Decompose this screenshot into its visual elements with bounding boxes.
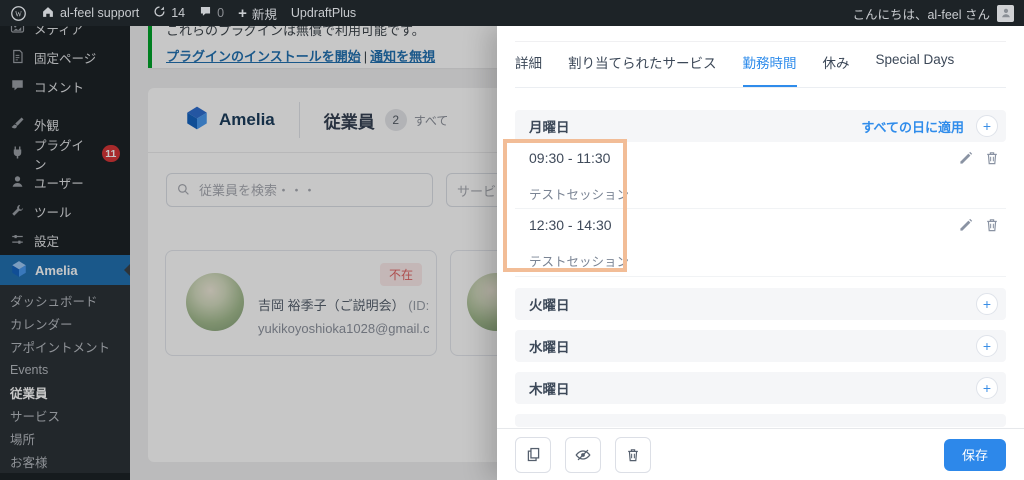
period-time: 09:30 - 11:30 — [529, 150, 611, 166]
day-row-wednesday[interactable]: 水曜日 + — [515, 330, 1006, 362]
apply-to-all-days-button[interactable]: すべての日に適用 — [861, 117, 964, 136]
comments-link[interactable]: 0 — [199, 5, 224, 21]
user-greeting[interactable]: こんにちは、al-feel さん — [852, 4, 990, 23]
tab-details[interactable]: 詳細 — [515, 52, 542, 87]
day-row-partial — [515, 414, 1006, 427]
save-button[interactable]: 保存 — [944, 438, 1006, 471]
comment-bubble-icon — [199, 5, 212, 21]
period-service: テストセッション — [529, 188, 630, 202]
hide-employee-button[interactable] — [565, 436, 601, 473]
add-period-button[interactable]: + — [976, 293, 998, 315]
site-name: al-feel support — [60, 6, 140, 20]
add-period-button[interactable]: + — [976, 335, 998, 357]
tab-work-hours[interactable]: 勤務時間 — [742, 52, 797, 87]
plus-icon: + — [238, 4, 247, 22]
refresh-icon — [153, 5, 166, 21]
work-period-row: 09:30 - 11:30 テストセッション — [515, 142, 1006, 209]
wordpress-logo-icon[interactable]: W — [10, 5, 27, 22]
edit-period-icon[interactable] — [958, 217, 974, 238]
period-time: 12:30 - 14:30 — [529, 217, 612, 233]
tab-days-off[interactable]: 休み — [823, 52, 850, 87]
add-period-button[interactable]: + — [976, 377, 998, 399]
updates-link[interactable]: 14 — [153, 5, 185, 21]
tab-assigned-services[interactable]: 割り当てられたサービス — [568, 52, 717, 87]
add-period-button[interactable]: + — [976, 115, 998, 137]
new-content-link[interactable]: + 新規 — [238, 4, 277, 23]
delete-period-icon[interactable] — [984, 217, 1000, 238]
work-period-row: 12:30 - 14:30 テストセッション — [515, 209, 1006, 277]
modal-dim-overlay[interactable] — [0, 26, 497, 480]
day-row-thursday[interactable]: 木曜日 + — [515, 372, 1006, 404]
panel-footer: 保存 — [497, 428, 1024, 480]
day-row-tuesday[interactable]: 火曜日 + — [515, 288, 1006, 320]
updraftplus-link[interactable]: UpdraftPlus — [291, 6, 356, 20]
new-label: 新規 — [251, 7, 277, 22]
duplicate-button[interactable] — [515, 436, 551, 473]
delete-employee-button[interactable] — [615, 436, 651, 473]
user-avatar[interactable] — [997, 4, 1014, 22]
updates-count: 14 — [171, 6, 186, 20]
day-row-monday[interactable]: 月曜日 すべての日に適用 + — [515, 110, 1006, 142]
edit-period-icon[interactable] — [958, 150, 974, 171]
period-service: テストセッション — [529, 255, 630, 269]
panel-tabs: 詳細 割り当てられたサービス 勤務時間 休み Special Days — [515, 52, 1006, 88]
comments-count: 0 — [217, 6, 225, 20]
panel-top-rule — [515, 41, 1006, 42]
tab-special-days[interactable]: Special Days — [876, 52, 955, 87]
wp-admin-bar: W al-feel support 14 0 + 新規 UpdraftPlus — [0, 0, 1024, 26]
svg-text:W: W — [15, 10, 22, 18]
site-home-link[interactable]: al-feel support — [41, 5, 139, 22]
delete-period-icon[interactable] — [984, 150, 1000, 171]
screen: W al-feel support 14 0 + 新規 UpdraftPlus — [0, 0, 1024, 480]
employee-edit-panel: 詳細 割り当てられたサービス 勤務時間 休み Special Days 月曜日 … — [497, 26, 1024, 480]
home-icon — [41, 5, 55, 22]
